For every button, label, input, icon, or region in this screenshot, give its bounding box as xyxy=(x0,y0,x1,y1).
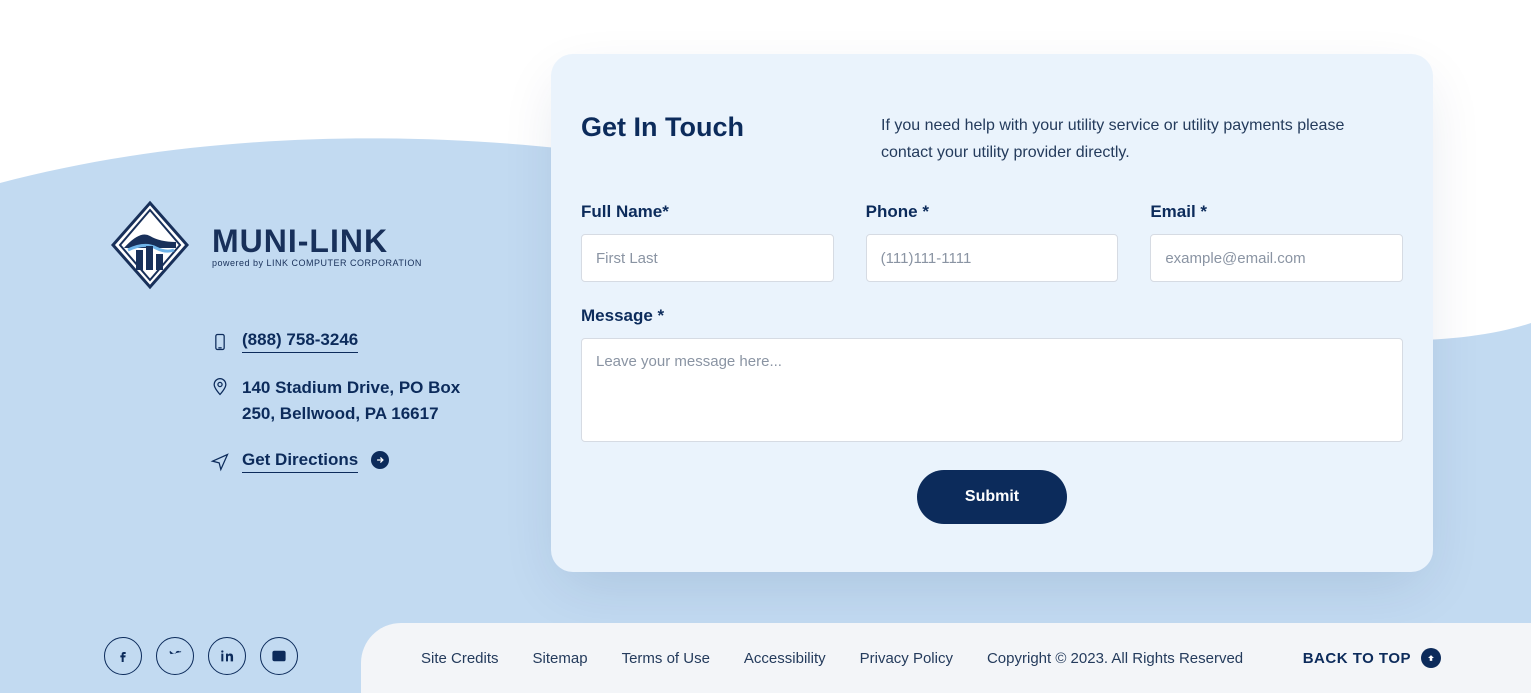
footer-link-accessibility[interactable]: Accessibility xyxy=(744,650,826,667)
footer-link-site-credits[interactable]: Site Credits xyxy=(421,650,499,667)
footer-link-sitemap[interactable]: Sitemap xyxy=(533,650,588,667)
address-text: 140 Stadium Drive, PO Box 250, Bellwood,… xyxy=(242,375,462,428)
form-note: If you need help with your utility servi… xyxy=(881,112,1371,166)
brand-logo-icon xyxy=(110,200,190,290)
arrow-up-icon xyxy=(1421,648,1441,668)
location-icon xyxy=(210,377,230,397)
mail-icon[interactable] xyxy=(260,637,298,675)
full-name-label: Full Name* xyxy=(581,202,834,222)
navigation-icon xyxy=(210,452,230,472)
brand-tagline: powered by LINK COMPUTER CORPORATION xyxy=(212,258,422,268)
social-links xyxy=(104,637,298,675)
brand-logo-block: MUNI-LINK powered by LINK COMPUTER CORPO… xyxy=(110,200,490,290)
arrow-right-icon xyxy=(371,451,389,469)
footer-link-terms[interactable]: Terms of Use xyxy=(622,650,710,667)
phone-icon xyxy=(210,332,230,352)
email-label: Email * xyxy=(1150,202,1403,222)
back-to-top-label: BACK TO TOP xyxy=(1303,650,1411,667)
full-name-input[interactable] xyxy=(581,234,834,282)
message-textarea[interactable] xyxy=(581,338,1403,442)
form-title: Get In Touch xyxy=(581,112,861,143)
brand-name: MUNI-LINK xyxy=(212,223,422,260)
phone-input[interactable] xyxy=(866,234,1119,282)
copyright-text: Copyright © 2023. All Rights Reserved xyxy=(987,650,1243,667)
footer-bar: Site Credits Sitemap Terms of Use Access… xyxy=(361,623,1531,693)
email-input[interactable] xyxy=(1150,234,1403,282)
phone-link[interactable]: (888) 758-3246 xyxy=(242,330,358,353)
linkedin-icon[interactable] xyxy=(208,637,246,675)
submit-button[interactable]: Submit xyxy=(917,470,1067,524)
twitter-icon[interactable] xyxy=(156,637,194,675)
back-to-top-button[interactable]: BACK TO TOP xyxy=(1303,648,1441,668)
get-directions-link[interactable]: Get Directions xyxy=(242,450,358,473)
message-label: Message * xyxy=(581,306,1403,326)
phone-label: Phone * xyxy=(866,202,1119,222)
contact-form-card: Get In Touch If you need help with your … xyxy=(551,54,1433,572)
facebook-icon[interactable] xyxy=(104,637,142,675)
footer-link-privacy[interactable]: Privacy Policy xyxy=(860,650,953,667)
